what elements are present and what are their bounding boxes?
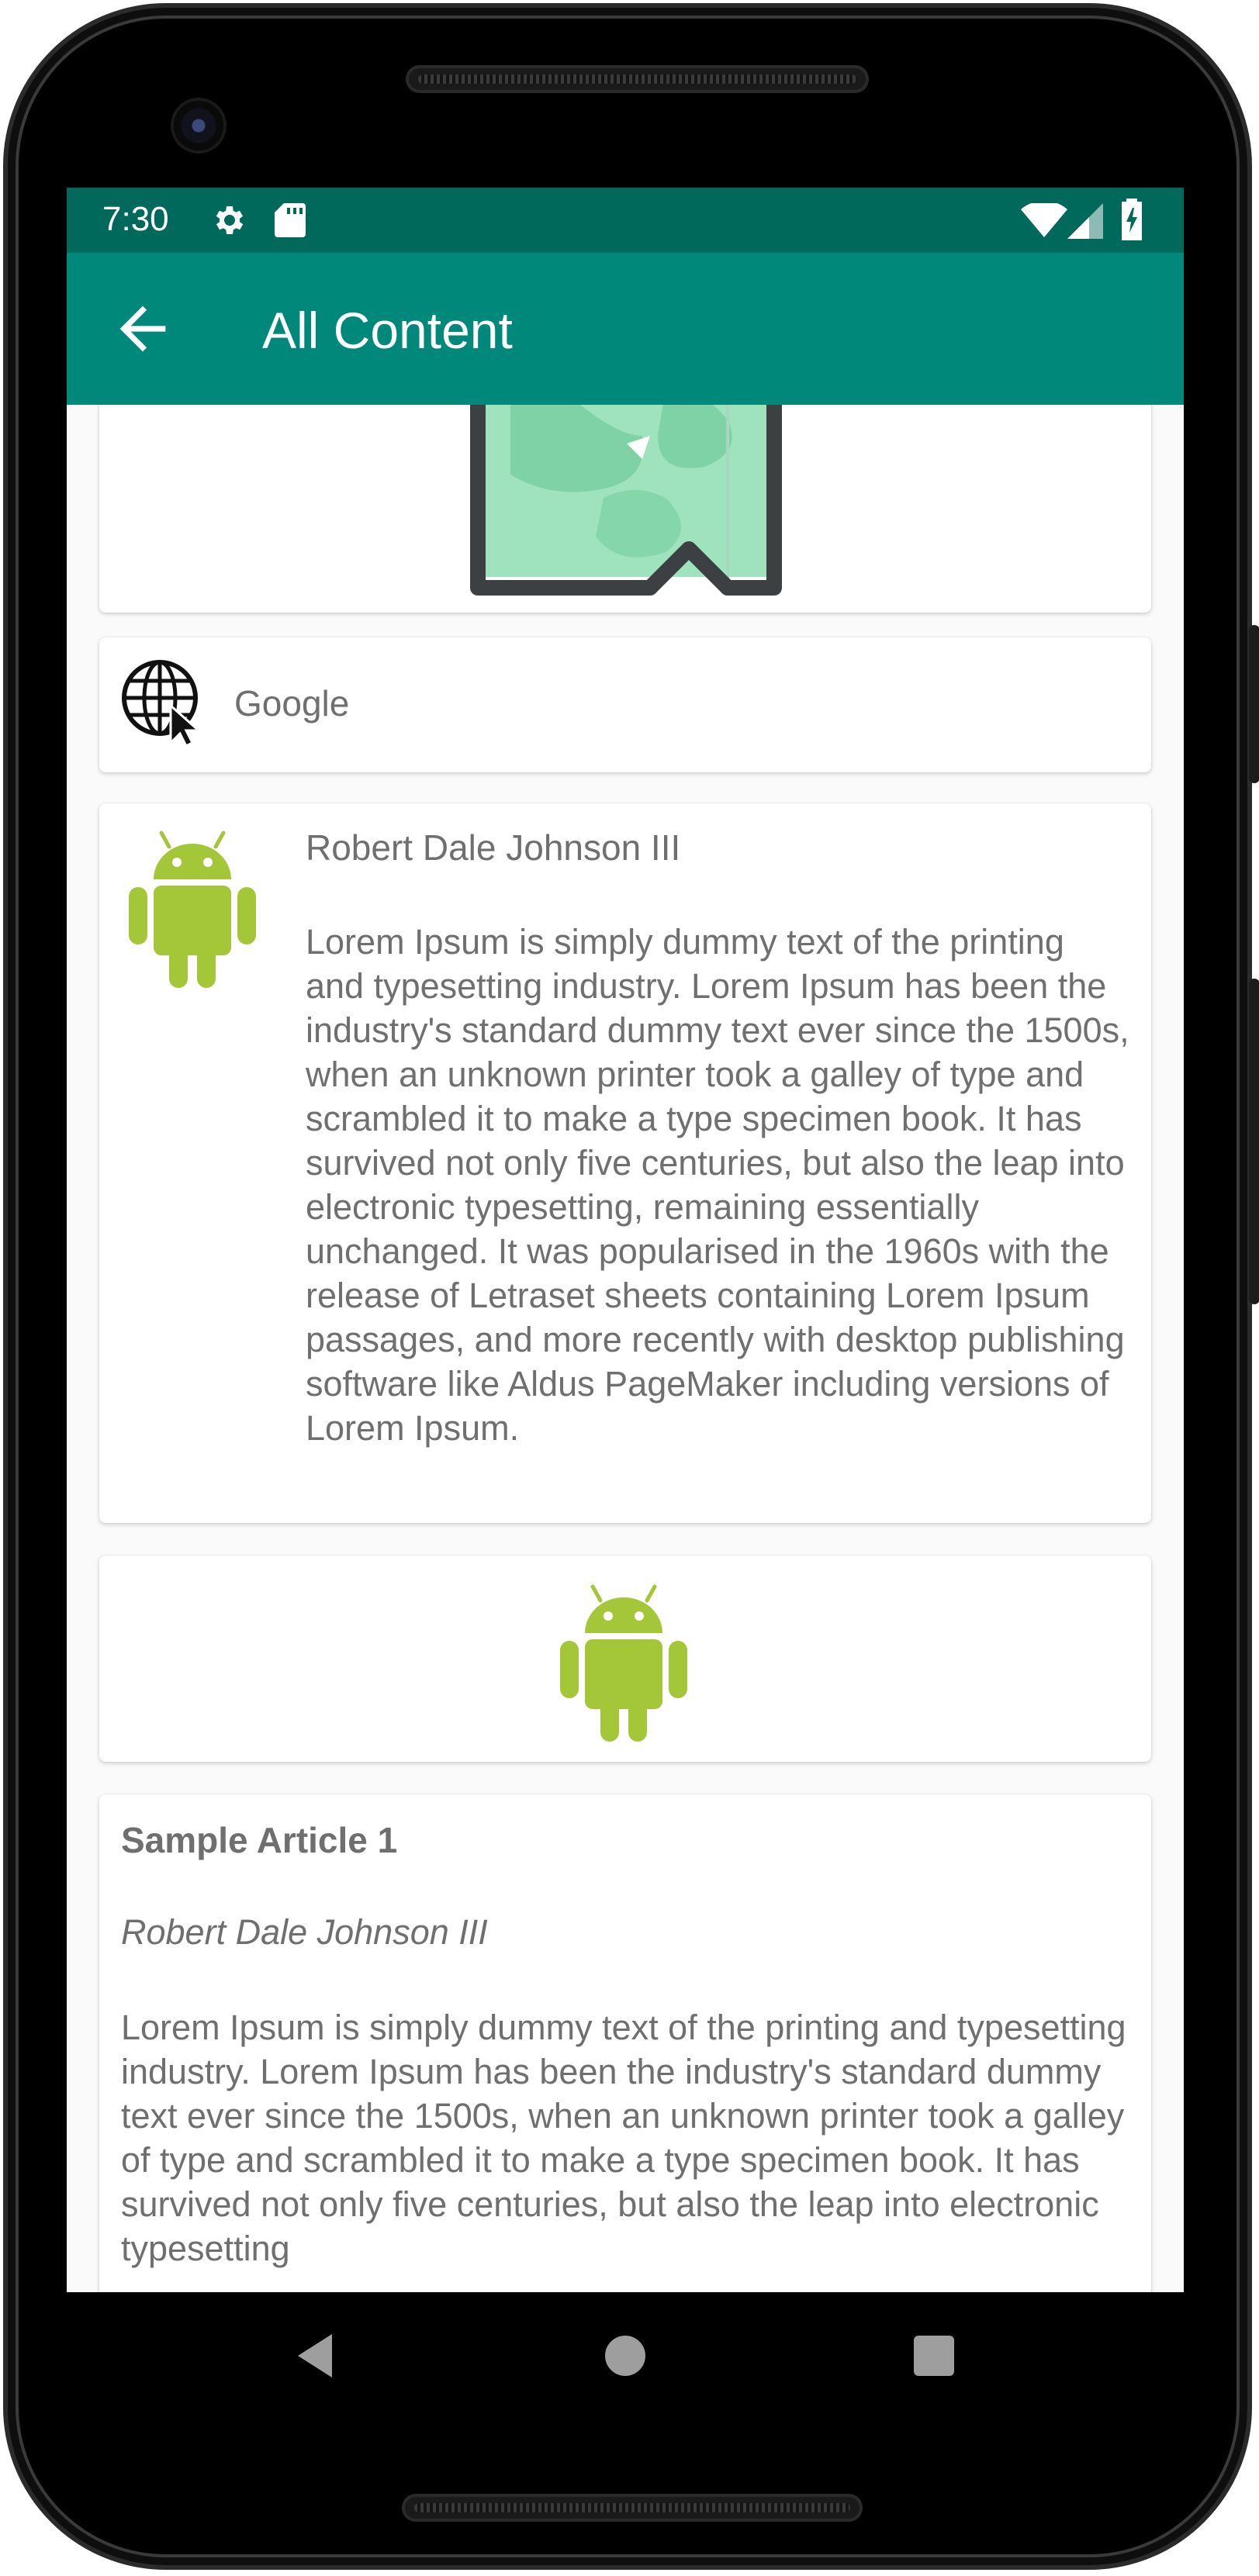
screen: 7:30 All Content Google Robert Dale John… [67,188,1184,2419]
link-label: Google [234,683,350,723]
article-card[interactable]: Sample Article 1 Robert Dale Johnson III… [99,1794,1151,2292]
article-title: Sample Article 1 [121,1820,398,1860]
earpiece-speaker [406,65,869,93]
bottom-speaker [402,2494,863,2522]
article-author: Robert Dale Johnson III [121,1912,488,1952]
wifi-icon [1021,203,1067,237]
content-list[interactable]: Google Robert Dale Johnson III Lorem Ips… [67,405,1184,2292]
link-card[interactable]: Google [99,637,1151,772]
status-time: 7:30 [102,200,169,238]
navigation-bar [67,2292,1184,2419]
nav-recents-icon[interactable] [903,2325,965,2387]
icon-card[interactable] [99,1556,1151,1762]
sd-card-icon [275,203,306,237]
front-camera [174,101,223,150]
globe-cursor-icon [122,660,202,746]
android-icon [560,1584,687,1742]
author-name: Robert Dale Johnson III [306,827,681,868]
map-bookmark-image [470,405,782,596]
status-bar: 7:30 [67,188,1184,253]
page-title: All Content [262,302,513,359]
gear-icon [216,206,244,234]
power-button [1249,625,1259,783]
battery-icon [1122,199,1142,240]
arrow-back-icon[interactable] [109,295,177,363]
android-icon [129,830,256,988]
signal-icon [1067,203,1103,239]
nav-back-icon[interactable] [285,2325,348,2387]
volume-button [1249,979,1259,1304]
article-body: Lorem Ipsum is simply dummy text of the … [121,2008,1126,2268]
author-card[interactable]: Robert Dale Johnson III Lorem Ipsum is s… [99,803,1151,1523]
author-body: Lorem Ipsum is simply dummy text of the … [306,922,1129,1448]
app-bar: All Content [67,253,1184,405]
image-card[interactable] [99,405,1151,613]
nav-home-icon[interactable] [594,2325,656,2387]
